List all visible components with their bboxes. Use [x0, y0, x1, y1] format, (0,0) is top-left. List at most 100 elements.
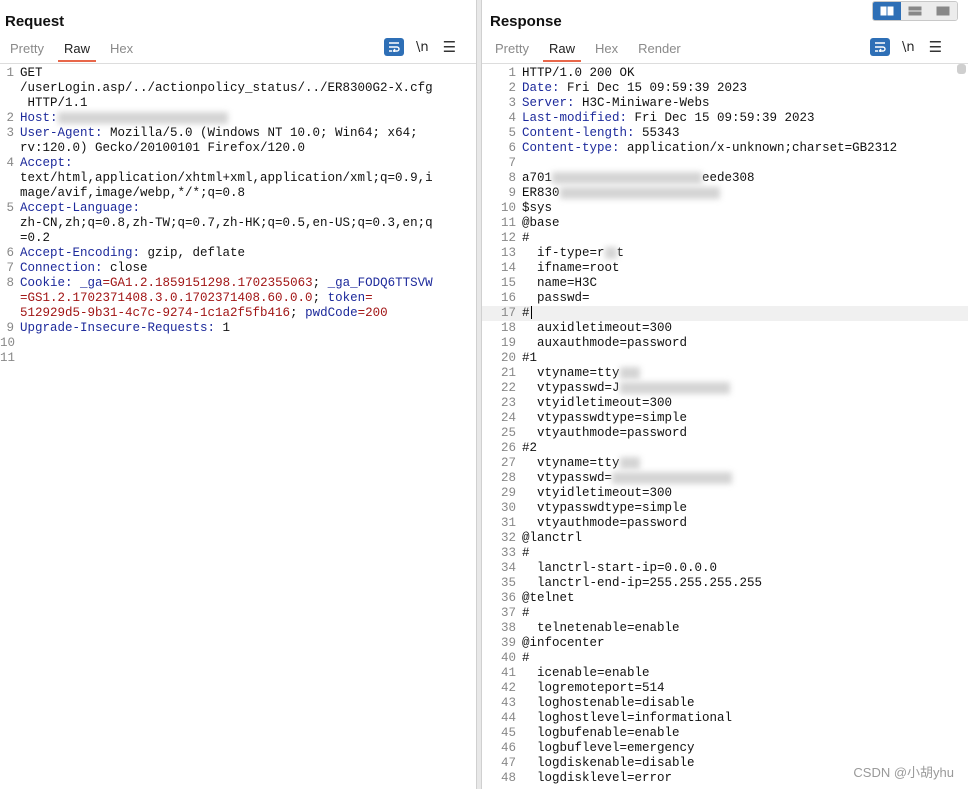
tab-raw[interactable]: Raw — [54, 40, 100, 62]
code-text: vtyname=tty — [522, 456, 640, 471]
line-number: 8 — [6, 276, 14, 290]
code-text: logbuflevel=emergency — [522, 741, 695, 756]
code-line: =0.2 — [0, 231, 476, 246]
line-number: 13 — [500, 246, 516, 260]
tab-pretty[interactable]: Pretty — [485, 40, 539, 62]
plain-text: loghostenable=disable — [522, 696, 695, 710]
line-number: 44 — [500, 711, 516, 725]
plain-text: logbufenable=enable — [522, 726, 680, 740]
code-text: =0.2 — [20, 231, 50, 246]
split-vertical-icon[interactable] — [901, 2, 929, 20]
code-line: 8 Cookie: _ga=GA1.2.1859151298.1702355063… — [0, 276, 476, 291]
response-tabs: Pretty Raw Hex Render — [485, 40, 691, 62]
tab-render[interactable]: Render — [628, 40, 691, 62]
split-horizontal-icon[interactable] — [873, 2, 901, 20]
line-number: 48 — [500, 771, 516, 785]
show-newlines-button[interactable]: \n — [416, 40, 429, 55]
code-text: =GS1.2.1702371408.3.0.1702371408.60.0.0;… — [20, 291, 373, 306]
request-editor[interactable]: 1 GET/userLogin.asp/../actionpolicy_statu… — [0, 63, 476, 789]
show-newlines-button[interactable]: \n — [902, 40, 915, 55]
line-number: 3 — [6, 126, 14, 140]
plain-text: vtypasswdtype=simple — [522, 501, 688, 515]
header-name: Date: — [522, 81, 560, 95]
vertical-scrollbar[interactable] — [957, 64, 966, 74]
code-line: HTTP/1.1 — [0, 96, 476, 111]
line-number: 4 — [6, 156, 14, 170]
code-text: lanctrl-end-ip=255.255.255.255 — [522, 576, 762, 591]
code-text: HTTP/1.0 200 OK — [522, 66, 635, 81]
code-line: 29 vtyidletimeout=300 — [482, 486, 968, 501]
line-number: 18 — [500, 321, 516, 335]
code-line: 11 — [0, 351, 476, 366]
code-line: 45 logbufenable=enable — [482, 726, 968, 741]
code-line: 23 vtyidletimeout=300 — [482, 396, 968, 411]
plain-text: t — [616, 246, 625, 260]
code-line: 5 Accept-Language: — [0, 201, 476, 216]
code-text: # — [522, 606, 530, 621]
plain-text: vtyidletimeout=300 — [522, 486, 673, 500]
param-value: =200 — [357, 306, 388, 320]
tab-hex[interactable]: Hex — [100, 40, 143, 62]
code-text: HTTP/1.1 — [20, 96, 88, 111]
redacted-text — [559, 186, 720, 199]
line-number: 39 — [500, 636, 516, 650]
plain-text: auxauthmode=password — [522, 336, 688, 350]
plain-text: Fri Dec 15 09:59:39 2023 — [627, 111, 815, 125]
line-number: 37 — [500, 606, 516, 620]
code-line: 8 a701 eede308 — [482, 171, 968, 186]
line-number: 2 — [6, 111, 14, 125]
code-line: 7 — [482, 156, 968, 171]
code-text: @lanctrl — [522, 531, 582, 546]
line-number: 6 — [6, 246, 14, 260]
code-text: vtypasswdtype=simple — [522, 411, 687, 426]
line-number: 8 — [508, 171, 516, 185]
menu-icon[interactable]: ☰ — [443, 38, 456, 56]
plain-text: $sys — [522, 201, 553, 215]
code-line: 9 ER830 — [482, 186, 968, 201]
plain-text: name=H3C — [522, 276, 598, 290]
param-value: =GA1.2.1859151298.1702355063 — [102, 276, 313, 290]
plain-text: ; — [312, 276, 328, 290]
plain-text: ; — [312, 291, 328, 305]
code-text: vtypasswd=J — [522, 381, 730, 396]
line-number: 34 — [500, 561, 516, 575]
header-name: Accept: — [20, 156, 73, 170]
line-number: 47 — [500, 756, 516, 770]
code-line: 34 lanctrl-start-ip=0.0.0.0 — [482, 561, 968, 576]
line-number: 29 — [500, 486, 516, 500]
layout-switch — [872, 1, 958, 21]
plain-text: #2 — [522, 441, 538, 455]
line-number: 2 — [508, 81, 516, 95]
plain-text — [73, 276, 81, 290]
header-name: _ga — [80, 276, 103, 290]
code-text: Content-type: application/x-unknown;char… — [522, 141, 897, 156]
tab-hex[interactable]: Hex — [585, 40, 628, 62]
menu-icon[interactable]: ☰ — [929, 38, 942, 56]
request-tabs: Pretty Raw Hex — [0, 40, 143, 62]
single-pane-icon[interactable] — [929, 2, 957, 20]
plain-text: logremoteport=514 — [522, 681, 665, 695]
plain-text: gzip, deflate — [140, 246, 246, 260]
line-number: 36 — [500, 591, 516, 605]
code-line: 13 if-type=r t — [482, 246, 968, 261]
line-number: 9 — [508, 186, 516, 200]
line-number: 3 — [508, 96, 516, 110]
plain-text: ifname=root — [522, 261, 620, 275]
code-text: passwd= — [522, 291, 590, 306]
code-text: ifname=root — [522, 261, 620, 276]
plain-text: HTTP/1.0 200 OK — [522, 66, 635, 80]
word-wrap-button[interactable] — [384, 38, 404, 56]
plain-text: /userLogin.asp/../actionpolicy_status/..… — [20, 81, 433, 95]
code-line: 2 Host: — [0, 111, 476, 126]
plain-text: Mozilla/5.0 (Windows NT 10.0; Win64; x64… — [102, 126, 418, 140]
code-line: 39 @infocenter — [482, 636, 968, 651]
line-number: 22 — [500, 381, 516, 395]
code-line: 36 @telnet — [482, 591, 968, 606]
tab-raw[interactable]: Raw — [539, 40, 585, 62]
word-wrap-button[interactable] — [870, 38, 890, 56]
response-editor[interactable]: 1 HTTP/1.0 200 OK 2 Date: Fri Dec 15 09:59:… — [482, 63, 968, 789]
code-text: Last-modified: Fri Dec 15 09:59:39 2023 — [522, 111, 815, 126]
plain-text: text/html,application/xhtml+xml,applicat… — [20, 171, 433, 185]
line-number: 12 — [500, 231, 516, 245]
tab-pretty[interactable]: Pretty — [0, 40, 54, 62]
